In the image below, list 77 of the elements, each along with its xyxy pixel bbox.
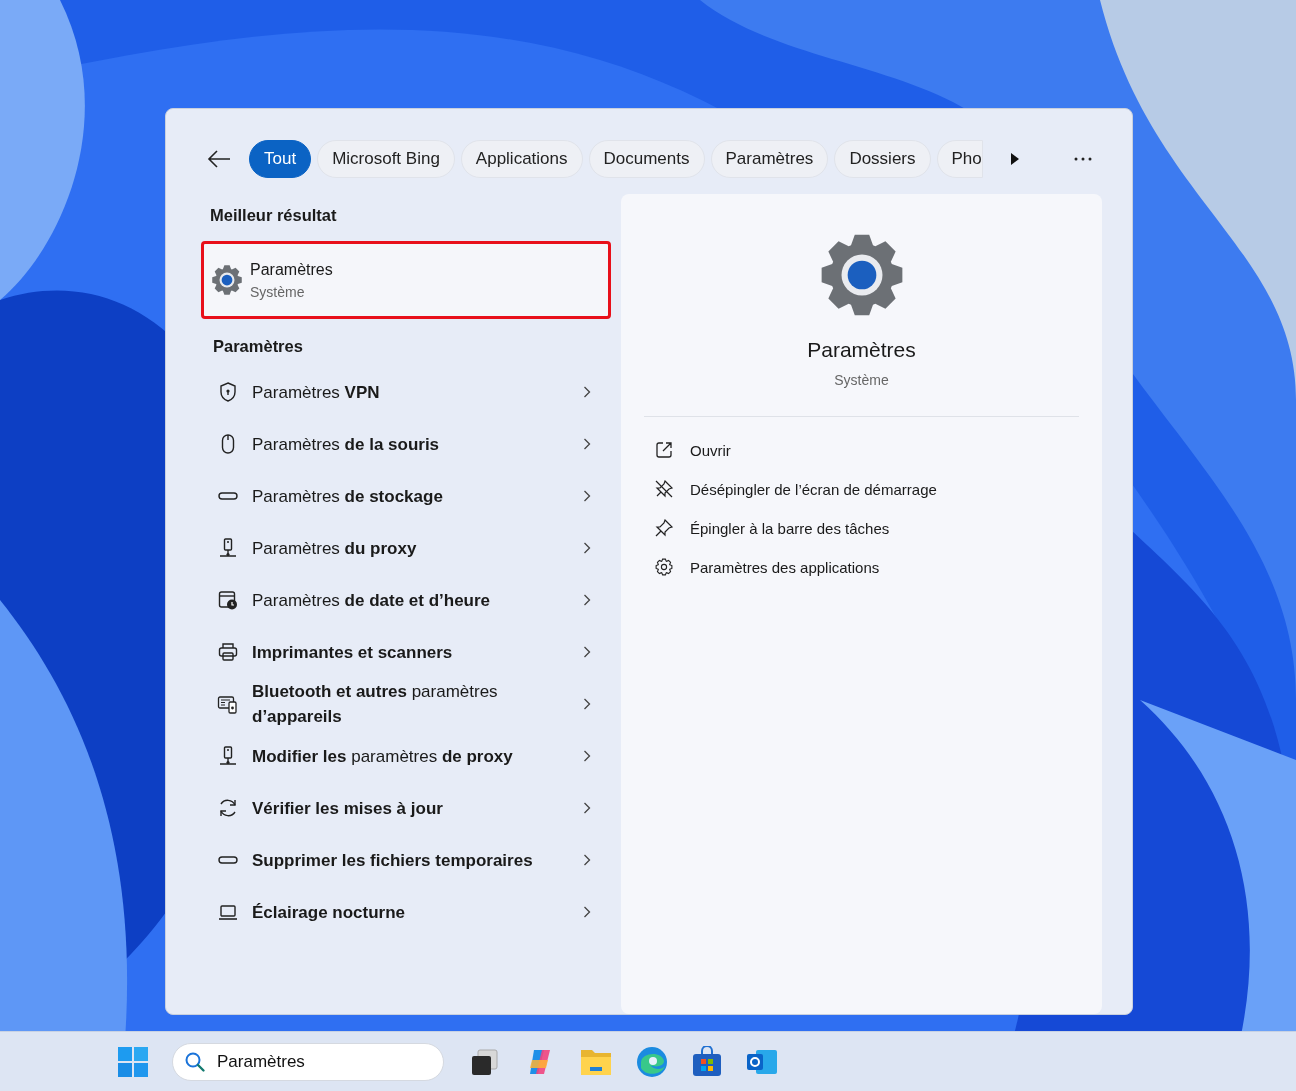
settings-result[interactable]: Paramètres VPN: [201, 366, 611, 418]
settings-result[interactable]: Paramètres de date et d’heure: [201, 574, 611, 626]
chevron-right-icon: [583, 854, 591, 866]
result-label: Paramètres de la souris: [252, 433, 441, 456]
result-label: Bluetooth et autres paramètres d’appareils: [252, 681, 499, 728]
app-title: Paramètres: [807, 338, 916, 362]
result-label: Supprimer les fichiers temporaires: [252, 849, 534, 872]
browser-icon[interactable]: [636, 1045, 668, 1078]
result-label: Paramètres VPN: [252, 381, 381, 404]
settings-result[interactable]: Modifier les paramètres de proxy: [201, 730, 611, 782]
chevron-right-icon: [583, 646, 591, 658]
computer-icon: [217, 537, 239, 559]
chevron-right-icon: [583, 438, 591, 450]
action-label: Ouvrir: [690, 441, 731, 459]
app-subtitle: Système: [834, 372, 889, 388]
action-item[interactable]: Épingler à la barre des tâches: [654, 517, 1102, 539]
chevron-right-icon: [583, 386, 591, 398]
chevron-right-icon: [583, 906, 591, 918]
action-item[interactable]: Paramètres des applications: [654, 556, 1102, 578]
start-icon[interactable]: [118, 1046, 148, 1077]
store-icon[interactable]: [692, 1045, 722, 1078]
back-arrow-icon: [207, 150, 231, 168]
result-label: Vérifier les mises à jour: [252, 797, 444, 820]
chevron-right-icon: [583, 698, 591, 710]
result-label: Éclairage nocturne: [252, 901, 407, 924]
action-label: Épingler à la barre des tâches: [690, 519, 890, 537]
best-result-item[interactable]: Paramètres Système: [201, 241, 611, 319]
filter-tab[interactable]: Paramètres: [710, 140, 829, 178]
taskbar-search-field[interactable]: Paramètres: [172, 1042, 444, 1081]
search-icon: [184, 1050, 206, 1073]
filter-tab[interactable]: Microsoft Bing: [317, 140, 455, 178]
settings-result[interactable]: Bluetooth et autres paramètres d’appareils: [201, 678, 611, 730]
chevron-right-icon: [583, 594, 591, 606]
action-label: Paramètres des applications: [690, 558, 880, 576]
settings-icon: [654, 557, 674, 577]
printer-icon: [217, 641, 239, 663]
action-item[interactable]: Ouvrir: [654, 439, 1102, 461]
chevron-right-icon: [583, 750, 591, 762]
settings-result[interactable]: Paramètres de stockage: [201, 470, 611, 522]
result-subtitle: Système: [250, 283, 306, 300]
filter-tab[interactable]: Documents: [588, 140, 705, 178]
more-icon: [1074, 157, 1092, 161]
filter-tab[interactable]: Applications: [460, 140, 583, 178]
play-arrow-icon: [1010, 152, 1020, 166]
filter-tab[interactable]: Tout: [249, 140, 312, 178]
calendar-clock-icon: [217, 589, 239, 611]
action-label: Désépingler de l’écran de démarrage: [690, 480, 937, 498]
unpin-icon: [654, 479, 674, 499]
result-title: Paramètres: [250, 260, 333, 279]
result-label: Modifier les paramètres de proxy: [252, 745, 514, 768]
settings-result[interactable]: Vérifier les mises à jour: [201, 782, 611, 834]
result-label: Paramètres du proxy: [252, 537, 418, 560]
computer-icon: [217, 745, 239, 767]
settings-result[interactable]: Imprimantes et scanners: [201, 626, 611, 678]
settings-icon: [820, 234, 903, 316]
result-label: Paramètres de stockage: [252, 485, 444, 508]
chevron-right-icon: [583, 542, 591, 554]
task-view-icon[interactable]: [470, 1046, 500, 1077]
settings-result[interactable]: Éclairage nocturne: [201, 886, 611, 938]
settings-result[interactable]: Supprimer les fichiers temporaires: [201, 834, 611, 886]
filter-tab[interactable]: Dossiers: [834, 140, 931, 178]
section-heading: Meilleur résultat: [209, 205, 338, 225]
result-label: Paramètres de date et d’heure: [252, 589, 492, 612]
pin-icon: [654, 518, 674, 538]
action-item[interactable]: Désépingler de l’écran de démarrage: [654, 478, 1102, 500]
shield-icon: [217, 381, 239, 403]
settings-result[interactable]: Paramètres de la souris: [201, 418, 611, 470]
section-heading: Paramètres: [212, 336, 304, 357]
refresh-icon: [217, 797, 239, 819]
chevron-right-icon: [583, 802, 591, 814]
chevron-right-icon: [583, 490, 591, 502]
open-external-icon: [654, 440, 674, 460]
settings-result[interactable]: Paramètres du proxy: [201, 522, 611, 574]
filter-tab[interactable]: Pho: [936, 140, 983, 178]
result-label: Imprimantes et scanners: [252, 641, 454, 664]
settings-icon: [212, 265, 242, 295]
keyboard-device-icon: [217, 693, 239, 715]
